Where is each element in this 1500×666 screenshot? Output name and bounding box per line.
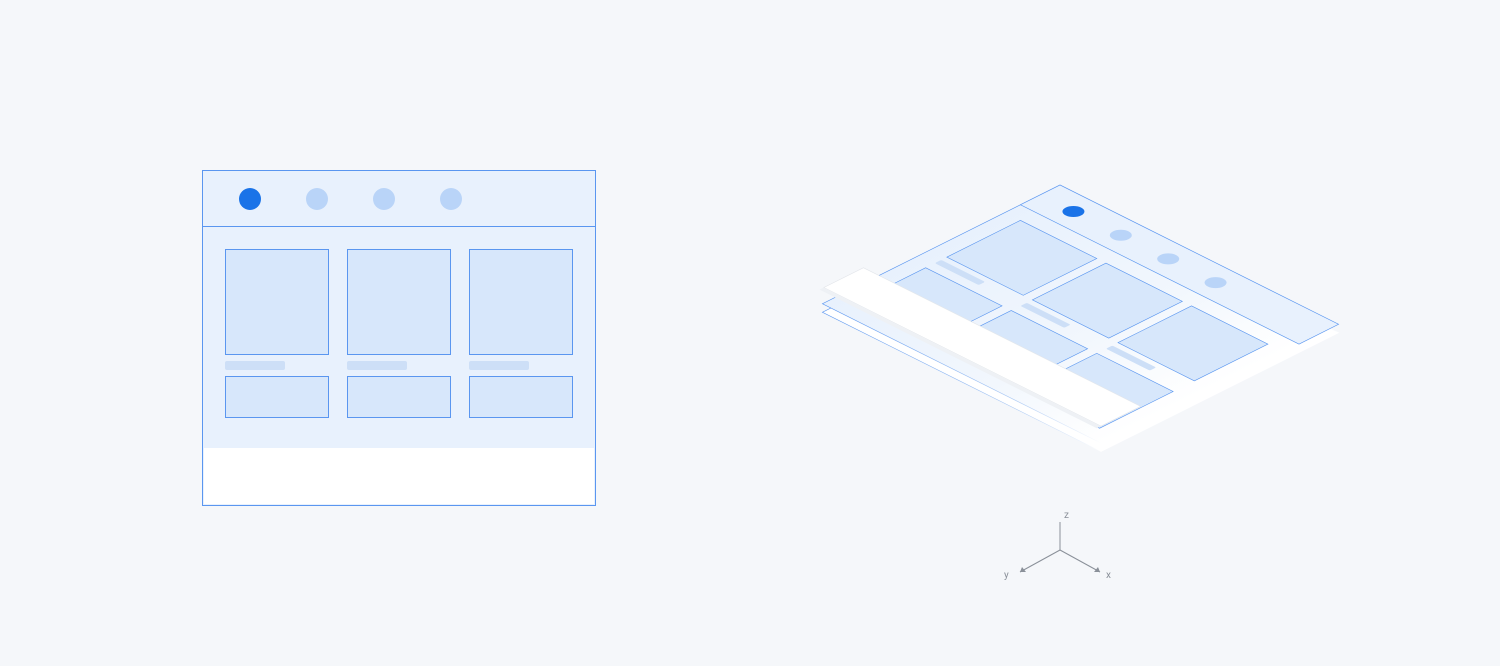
card-caption bbox=[225, 361, 285, 370]
isometric-view: z x y bbox=[780, 155, 1420, 625]
card[interactable] bbox=[347, 249, 451, 355]
axis-gizmo: z x y bbox=[1004, 510, 1111, 581]
axis-label-z: z bbox=[1064, 510, 1069, 521]
flat-window bbox=[202, 170, 596, 506]
card[interactable] bbox=[469, 376, 573, 418]
card-caption bbox=[347, 361, 407, 370]
axis-label-y: y bbox=[1004, 570, 1009, 581]
card[interactable] bbox=[347, 376, 451, 418]
card[interactable] bbox=[225, 376, 329, 418]
content-area bbox=[203, 227, 595, 505]
axis-label-x: x bbox=[1106, 570, 1111, 581]
tab-bar bbox=[203, 171, 595, 227]
card-grid bbox=[225, 249, 573, 418]
card[interactable] bbox=[469, 249, 573, 355]
card-caption bbox=[469, 361, 529, 370]
tab-dot-2[interactable] bbox=[306, 188, 328, 210]
tab-dot-4[interactable] bbox=[440, 188, 462, 210]
tab-dot-3[interactable] bbox=[373, 188, 395, 210]
card[interactable] bbox=[225, 249, 329, 355]
bottom-sheet-overlay bbox=[204, 448, 594, 504]
tab-dot-1[interactable] bbox=[239, 188, 261, 210]
